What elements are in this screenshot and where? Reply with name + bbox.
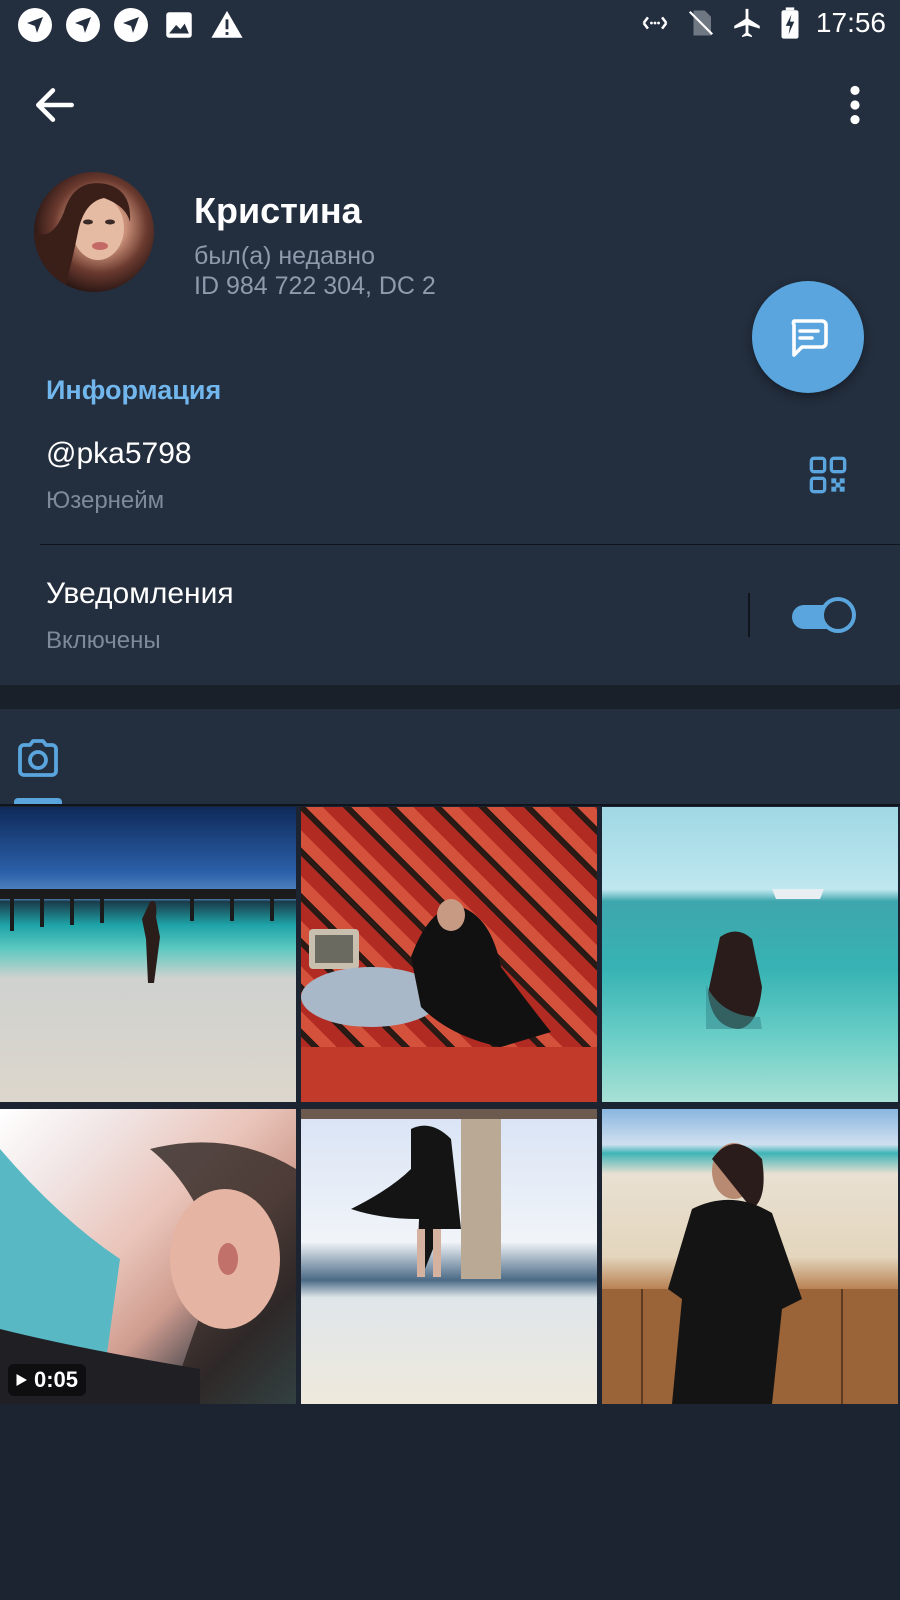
airplane-mode-icon bbox=[734, 8, 760, 38]
profile-header: Кристина был(а) недавно ID 984 722 304, … bbox=[0, 50, 900, 335]
media-photo[interactable] bbox=[602, 807, 898, 1102]
notifications-toggle[interactable] bbox=[790, 597, 858, 635]
app-notification-icon bbox=[18, 8, 52, 42]
media-photo[interactable] bbox=[301, 1109, 597, 1404]
clock: 17:56 bbox=[815, 7, 886, 38]
user-id: ID 984 722 304, DC 2 bbox=[194, 272, 436, 300]
toggle-knob bbox=[820, 597, 856, 633]
video-badge: 0:05 bbox=[8, 1364, 87, 1396]
more-vertical-icon[interactable] bbox=[840, 80, 870, 130]
avatar[interactable] bbox=[34, 172, 154, 292]
info-section: Информация @pka5798 Юзернейм Уведомления… bbox=[0, 335, 900, 685]
status-bar: 17:56 bbox=[0, 0, 900, 50]
username-caption: Юзернейм bbox=[46, 487, 165, 514]
camera-icon[interactable] bbox=[14, 735, 62, 783]
back-icon[interactable] bbox=[30, 80, 80, 130]
image-icon bbox=[166, 12, 192, 38]
status-bar-system: 17:56 bbox=[638, 6, 886, 40]
divider bbox=[0, 804, 900, 806]
data-saver-icon bbox=[642, 16, 668, 30]
divider bbox=[40, 544, 900, 545]
video-duration: 0:05 bbox=[34, 1367, 79, 1392]
section-gap bbox=[0, 685, 900, 709]
media-photo[interactable] bbox=[301, 807, 597, 1102]
play-icon bbox=[16, 1374, 27, 1386]
media-photo[interactable] bbox=[602, 1109, 898, 1404]
notifications-caption: Включены bbox=[46, 627, 161, 654]
media-grid: 0:05 bbox=[0, 807, 900, 1407]
media-tabs bbox=[0, 709, 900, 805]
profile-name: Кристина bbox=[194, 190, 362, 231]
last-seen-status: был(а) недавно bbox=[194, 242, 376, 270]
qr-code-icon[interactable] bbox=[808, 455, 848, 495]
app-notification-icon bbox=[114, 8, 148, 42]
send-message-button[interactable] bbox=[752, 281, 864, 393]
status-bar-notifications bbox=[18, 8, 244, 42]
section-title-info: Информация bbox=[46, 375, 222, 405]
message-icon bbox=[791, 319, 828, 357]
divider bbox=[748, 593, 750, 637]
notifications-title[interactable]: Уведомления bbox=[46, 577, 234, 611]
username-value[interactable]: @pka5798 bbox=[46, 437, 192, 471]
media-photo[interactable] bbox=[0, 807, 296, 1102]
app-notification-icon bbox=[66, 8, 100, 42]
media-video[interactable]: 0:05 bbox=[0, 1109, 296, 1404]
warning-icon bbox=[211, 10, 243, 38]
battery-charging-icon bbox=[781, 7, 799, 39]
no-sim-icon bbox=[688, 10, 713, 36]
